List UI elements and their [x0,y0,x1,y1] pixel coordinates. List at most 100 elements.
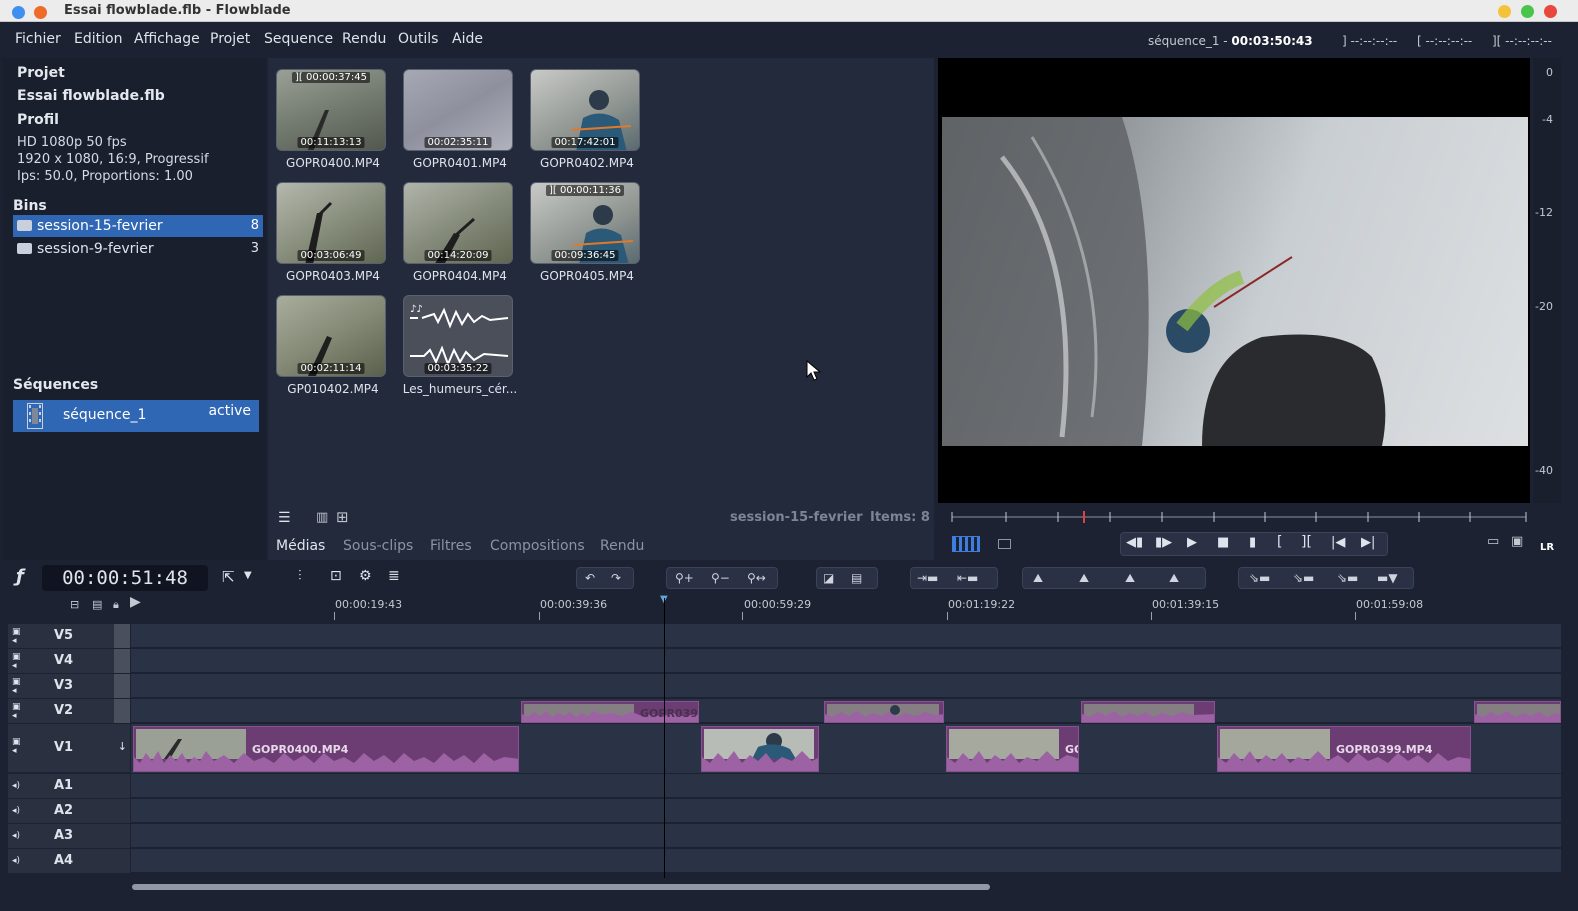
audio-thumbnail[interactable]: ♪♪ 00:03:35:22 [403,295,513,377]
timeline-ruler[interactable]: ▶ 00:00:19:43 00:00:39:36 00:00:59:29 00… [130,594,1562,622]
menu-rendu[interactable]: Rendu [342,31,386,47]
tab-rendu[interactable]: Rendu [600,538,644,554]
goto-out-icon[interactable]: ▶| [1361,535,1375,550]
lift-icon[interactable]: ⇥▬ [917,568,938,588]
mixer-icon[interactable]: ⫶ [298,568,302,584]
tab-compositions[interactable]: Compositions [490,538,585,554]
title-icon[interactable]: ⊡ [330,568,342,584]
track-area-v3[interactable] [131,674,1561,698]
pointer-tool-icon[interactable]: ⇱ [222,568,235,586]
timeline-clip[interactable]: GOPR0399 [521,701,699,723]
lock-icon[interactable]: 🔒︎ [113,598,119,612]
track-header-v3[interactable]: ▣ ◂ V3 [8,674,130,698]
track-area-a2[interactable] [131,799,1561,823]
stop-icon[interactable]: ■ [1217,535,1229,550]
move-icon[interactable]: ▬▼ [1377,568,1398,588]
track-area-v4[interactable] [131,649,1561,673]
track-lock-icon[interactable]: ▣ ◂ [12,703,21,721]
chevron-down-icon[interactable]: ▼ [244,570,252,581]
timecode-display[interactable]: 00:00:51:48 [42,565,208,591]
redo-icon[interactable]: ↷ [611,568,621,588]
media-thumbnail[interactable]: 00:14:20:09 [403,182,513,264]
track-header-v1[interactable]: ▣ ◂ V1 ↓ [8,724,130,772]
timeline-clip[interactable] [824,701,944,723]
zoom-in-icon[interactable]: ⚲+ [675,568,694,588]
track-header-v4[interactable]: ▣ ◂ V4 [8,649,130,673]
media-thumbnail[interactable]: 00:02:35:11 [403,69,513,151]
bin-item-session-9-fevrier[interactable]: session-9-fevrier 3 [13,238,263,260]
layout-icon[interactable]: ▭ [1487,534,1499,549]
track-header-a4[interactable]: ◂) A4 [8,849,130,873]
clip-view-icon[interactable] [998,539,1011,549]
hamburger-menu-icon[interactable]: ☰ [278,510,291,526]
splice-icon[interactable]: ▤ [851,568,862,588]
playhead[interactable] [664,598,665,878]
track-header-a2[interactable]: ◂) A2 [8,799,130,823]
overwrite-icon[interactable]: ⛰ [1033,568,1043,588]
speaker-icon[interactable]: ◂) [12,806,20,816]
media-thumbnail[interactable]: 00:17:42:01 [530,69,640,151]
track-lock-icon[interactable]: ▣ ◂ [12,738,21,756]
timeline-view-icon[interactable] [952,536,980,552]
timeline-clip[interactable] [701,726,819,772]
insert-icon[interactable]: ⛰ [1079,568,1089,588]
zoom-fit-icon[interactable]: ⚲↔ [747,568,766,588]
fullscreen-icon[interactable]: ▣ [1511,534,1523,549]
media-thumbnail[interactable]: ][ 00:00:11:36 00:09:36:45 [530,182,640,264]
step-back-icon[interactable]: ▮▶ [1155,535,1172,550]
timeline-clip[interactable] [1081,701,1215,723]
cut-icon[interactable]: ◪ [823,568,834,588]
track-header-v5[interactable]: ▣ ◂ V5 [8,624,130,648]
track-area-a3[interactable] [131,824,1561,848]
tab-filtres[interactable]: Filtres [430,538,472,554]
tab-sous-clips[interactable]: Sous-clips [343,538,413,554]
close-button[interactable] [1544,5,1557,18]
list-view-icon[interactable]: ▥ [316,510,328,525]
speaker-icon[interactable]: ◂) [12,856,20,866]
track-area-a4[interactable] [131,849,1561,873]
move-icon[interactable]: ⇘▬ [1249,568,1270,588]
menu-sequence[interactable]: Sequence [264,31,333,47]
grid-view-icon[interactable]: ⊞ [336,508,349,526]
step-forward-icon[interactable]: ▮ [1249,535,1256,550]
menu-outils[interactable]: Outils [398,31,438,47]
move-icon[interactable]: ⇘▬ [1293,568,1314,588]
media-thumbnail[interactable]: ][ 00:00:37:45 00:11:13:13 [276,69,386,151]
timeline-clip[interactable] [1474,701,1561,723]
rewind-icon[interactable]: ◀▮ [1126,535,1143,550]
timeline-scrollbar[interactable] [132,884,990,890]
track-toggle[interactable] [114,699,130,723]
menu-edition[interactable]: Edition [74,31,122,47]
track-area-a1[interactable] [131,774,1561,798]
range-icon[interactable]: ⛰ [1169,568,1179,588]
menu-affichage[interactable]: Affichage [134,31,200,47]
video-monitor[interactable] [938,58,1530,503]
speaker-icon[interactable]: ◂) [12,831,20,841]
media-thumbnail[interactable]: 00:02:11:14 [276,295,386,377]
minimize-button[interactable] [1498,5,1511,18]
play-icon[interactable]: ▶ [1187,535,1197,550]
mark-in-icon[interactable]: [ [1277,534,1282,550]
track-list-icon[interactable]: ▤ [92,598,102,611]
track-toggle[interactable] [114,649,130,673]
bin-item-session-15-fevrier[interactable]: session-15-fevrier 8 [13,215,263,237]
zoom-out-icon[interactable]: ⚲− [711,568,730,588]
tab-medias[interactable]: Médias [276,538,325,554]
media-thumbnail[interactable]: 00:03:06:49 [276,182,386,264]
track-lock-icon[interactable]: ▣ ◂ [12,653,21,671]
goto-in-icon[interactable]: |◀ [1331,535,1345,550]
settings-icon[interactable]: ≣ [388,568,400,584]
track-lock-icon[interactable]: ▣ ◂ [12,678,21,696]
sequence-item-sequence-1[interactable]: séquence_1 active [13,400,259,432]
track-toggle[interactable] [114,674,130,698]
track-expand-icon[interactable]: ↓ [118,740,127,753]
maximize-button[interactable] [1521,5,1534,18]
menu-fichier[interactable]: Fichier [15,31,61,47]
track-header-a3[interactable]: ◂) A3 [8,824,130,848]
track-header-a1[interactable]: ◂) A1 [8,774,130,798]
track-height-icon[interactable]: ⊟ [70,598,79,611]
timeline-clip[interactable]: GOPR0400.MP4 [133,726,519,772]
append-icon[interactable]: ⛰ [1125,568,1135,588]
track-lock-icon[interactable]: ▣ ◂ [12,628,21,646]
menu-aide[interactable]: Aide [452,31,483,47]
